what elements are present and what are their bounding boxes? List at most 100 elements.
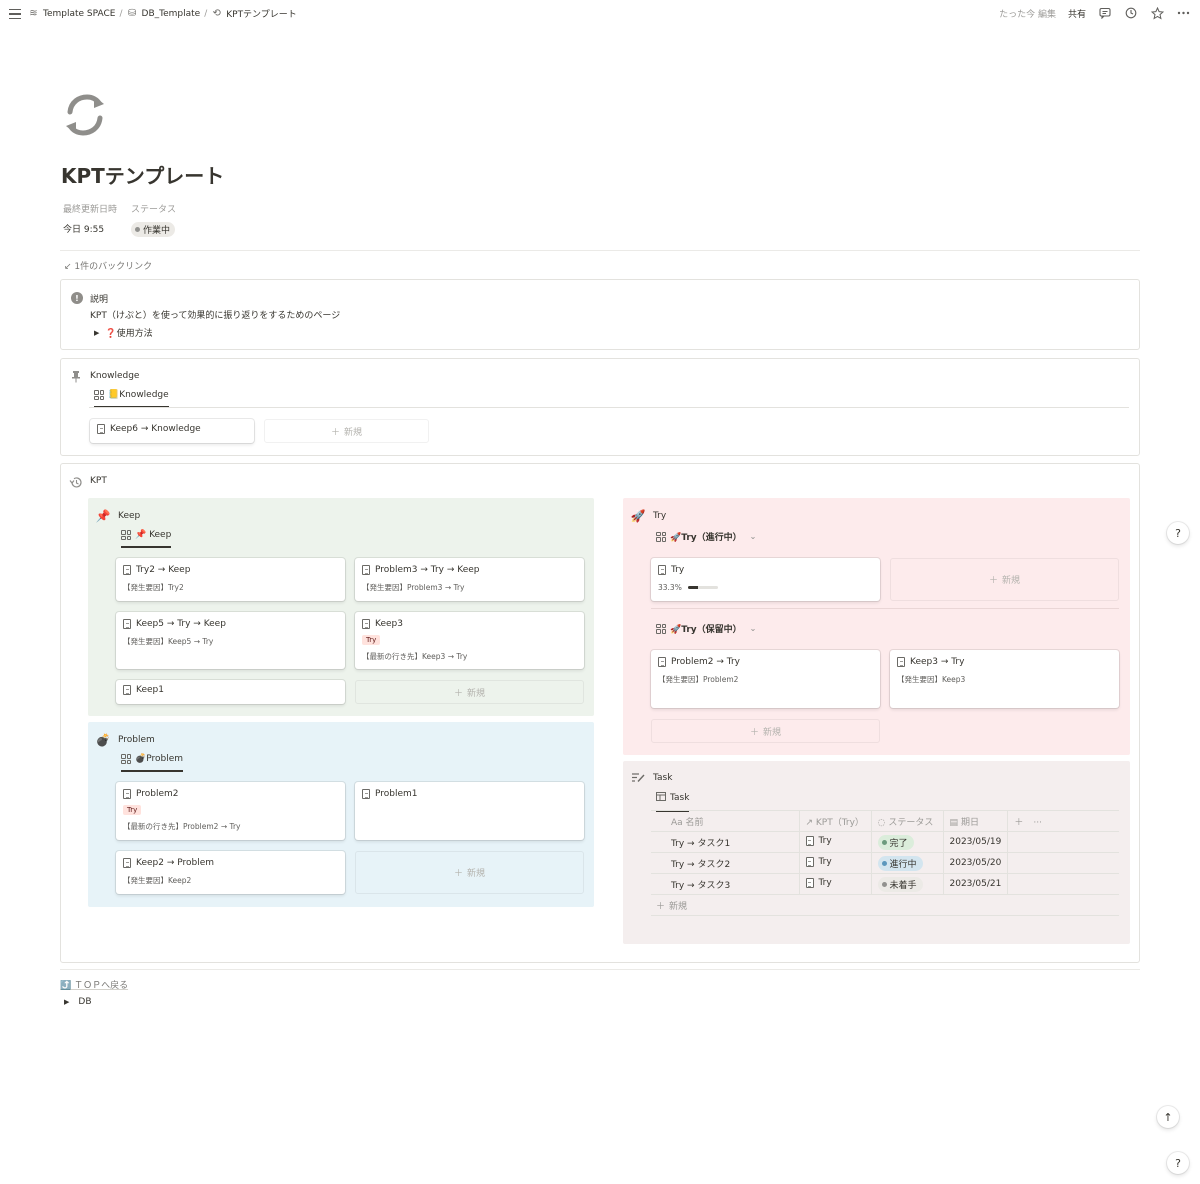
table-icon (656, 792, 666, 804)
tab-keep[interactable]: 📌 Keep (121, 530, 172, 548)
chevron-down-icon[interactable]: ⌄ (750, 532, 757, 541)
breadcrumb-db-template[interactable]: ⛁ DB_Template (127, 8, 200, 19)
calendar-icon: ▤ (949, 817, 959, 828)
task-title: Task (631, 772, 672, 783)
gallery-icon (121, 754, 131, 764)
task-new-row-button[interactable]: ＋新規 (656, 899, 687, 912)
add-column-icon[interactable]: ＋ (1014, 818, 1023, 828)
help-button-bottom[interactable]: ? (1167, 1152, 1189, 1174)
refresh-icon: ⟲ (212, 8, 221, 19)
column-status[interactable]: ◌ ステータス (871, 810, 944, 832)
knowledge-card[interactable]: Keep6 → Knowledge (90, 419, 254, 443)
try-tag: Try (362, 635, 381, 645)
table-row[interactable]: Try → タスク1 Try 完了 2023/05/19 (651, 831, 1119, 853)
tab-underline (89, 407, 1129, 408)
try-new-button[interactable]: ＋新規 (890, 558, 1119, 601)
plus-icon: ＋ (453, 688, 463, 699)
keep-title: 📌 Keep (95, 509, 141, 523)
problem-card[interactable]: Keep2 → Problem 【発生要因】Keep2 (116, 851, 345, 894)
scroll-to-top-button[interactable]: ↑ (1157, 1106, 1179, 1128)
page-title[interactable]: KPTテンプレート (61, 160, 224, 189)
tab-knowledge[interactable]: 📒Knowledge (94, 390, 169, 408)
tab-problem[interactable]: 💣Problem (121, 754, 184, 772)
problem-title: 💣 Problem (95, 733, 155, 747)
problem-card[interactable]: Problem2 Try 【最新の行き先】Problem2 → Try (116, 782, 345, 840)
task-table: Aa 名前 ↗ KPT（Try） ◌ ステータス ▤ 期日 ＋ ··· Try → タ… (651, 810, 1119, 895)
breadcrumb-separator: / (119, 8, 123, 19)
knowledge-heading: Knowledge (90, 371, 140, 381)
breadcrumb-template-space[interactable]: ≋ Template SPACE (28, 8, 115, 19)
column-kpt-try[interactable]: ↗ KPT（Try） (799, 810, 872, 832)
stack-icon: ≋ (29, 8, 38, 19)
toggle-triangle-icon[interactable]: ▶ (94, 329, 99, 337)
keep-card[interactable]: Keep1 (116, 680, 345, 704)
problem-card[interactable]: Problem1 (355, 782, 584, 840)
divider (651, 915, 1119, 916)
backlinks-link[interactable]: ↙ 1件のバックリンク (64, 259, 152, 272)
more-icon[interactable] (1176, 6, 1190, 20)
breadcrumb-kpt-template[interactable]: ⟲ KPTテンプレート (211, 7, 297, 20)
status-badge[interactable]: 作業中 (131, 222, 176, 237)
knowledge-new-button[interactable]: ＋新規 (264, 419, 429, 443)
back-to-top-link[interactable]: ⤴️ ＴＯＰへ戻る (60, 978, 128, 991)
rocket-icon: 🚀 (630, 509, 646, 523)
tab-try-on-hold[interactable]: 🚀Try（保留中） ⌄ (656, 622, 756, 641)
history-clock-icon[interactable] (1124, 6, 1138, 20)
status-badge: 完了 (877, 834, 914, 850)
top-actions: たった今 編集 共有 (999, 6, 1190, 20)
usage-toggle[interactable]: ▶ ❓使用方法 (94, 326, 153, 340)
top-bar: ≋ Template SPACE / ⛁ DB_Template / ⟲ KPT… (0, 0, 1200, 28)
sidebar-menu-icon[interactable] (8, 7, 22, 21)
try-tag: Try (123, 805, 142, 815)
gallery-icon (656, 531, 666, 542)
pushpin-icon: 📌 (95, 509, 111, 523)
page-properties: 最終更新日時 今日 9:55 ステータス 作業中 (63, 202, 176, 237)
problem-new-button[interactable]: ＋新規 (355, 851, 584, 894)
try-held-new-button[interactable]: ＋新規 (651, 719, 880, 743)
tab-try-in-progress[interactable]: 🚀Try（進行中） ⌄ (656, 530, 756, 549)
share-button[interactable]: 共有 (1068, 7, 1086, 20)
plus-icon: ＋ (749, 727, 759, 738)
page-refresh-arrows-icon[interactable] (62, 92, 108, 138)
more-icon[interactable]: ··· (1033, 818, 1042, 828)
chevron-down-icon[interactable]: ⌄ (750, 624, 757, 633)
plus-icon: ＋ (453, 869, 463, 879)
keep-card[interactable]: Try2 → Keep 【発生要因】Try2 (116, 558, 345, 601)
keep-card[interactable]: Problem3 → Try → Keep 【発生要因】Problem3 → T… (355, 558, 584, 601)
page-icon (362, 619, 370, 629)
try-held-card[interactable]: Problem2 → Try 【発生要因】Problem2 (651, 650, 880, 708)
keep-card[interactable]: Keep3 Try 【最新の行き先】Keep3 → Try (355, 612, 584, 669)
table-header-row: Aa 名前 ↗ KPT（Try） ◌ ステータス ▤ 期日 ＋ ··· (651, 810, 1119, 832)
table-row[interactable]: Try → タスク2 Try 進行中 2023/05/20 (651, 852, 1119, 874)
table-row[interactable]: Try → タスク3 Try 未着手 2023/05/21 (651, 873, 1119, 895)
keep-new-button[interactable]: ＋新規 (355, 680, 584, 704)
column-name[interactable]: Aa 名前 (651, 810, 800, 832)
database-icon: ⛁ (127, 8, 137, 19)
status-spinner-icon: ◌ (877, 817, 886, 828)
knowledge-block: Knowledge 📒Knowledge Keep6 → Knowledge ＋… (60, 358, 1140, 456)
pencil-lines-icon (631, 772, 645, 783)
column-actions: ＋ ··· (1007, 810, 1119, 832)
pin-icon (71, 370, 81, 386)
comment-icon[interactable] (1098, 6, 1112, 20)
star-icon[interactable] (1150, 6, 1164, 20)
tab-task[interactable]: Task (656, 792, 690, 812)
try-title: 🚀 Try (630, 509, 667, 523)
callout-title: 説明 (90, 295, 109, 305)
progress-fill (687, 586, 698, 589)
db-toggle[interactable]: ▶ DB (64, 997, 92, 1007)
breadcrumb: ≋ Template SPACE / ⛁ DB_Template / ⟲ KPT… (28, 7, 297, 20)
try-card[interactable]: Try 33.3% (651, 558, 880, 601)
bomb-icon: 💣 (95, 733, 111, 747)
keep-card[interactable]: Keep5 → Try → Keep 【発生要因】Keep5 → Try (116, 612, 345, 669)
page-icon (362, 565, 370, 575)
gallery-icon (656, 623, 666, 634)
page-icon (97, 424, 105, 434)
try-held-card[interactable]: Keep3 → Try 【発生要因】Keep3 (890, 650, 1119, 708)
breadcrumb-separator: / (204, 8, 208, 19)
column-due-date[interactable]: ▤ 期日 (943, 810, 1009, 832)
help-button[interactable]: ? (1167, 522, 1189, 544)
plus-icon: ＋ (988, 576, 998, 586)
page-icon (805, 856, 814, 867)
toggle-triangle-icon[interactable]: ▶ (64, 998, 69, 1006)
